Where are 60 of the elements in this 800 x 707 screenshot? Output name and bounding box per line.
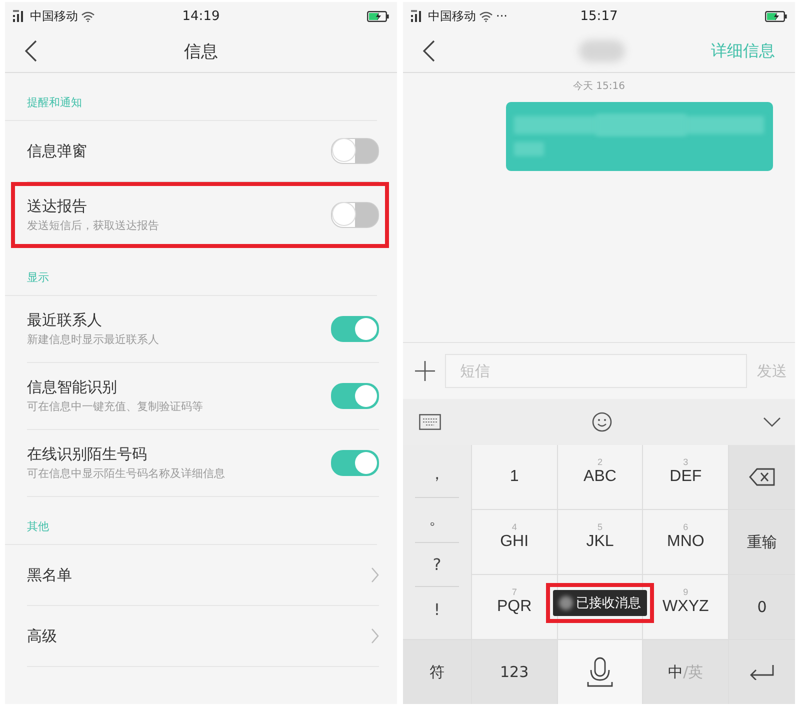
keyboard-key[interactable]: 符 bbox=[403, 640, 471, 704]
setting-label: 黑名单 bbox=[27, 566, 73, 584]
wifi-icon bbox=[81, 10, 95, 22]
symbol-key[interactable]: ! bbox=[415, 587, 459, 631]
collapse-icon[interactable] bbox=[763, 417, 781, 427]
keyboard-key[interactable]: 7 PQR bbox=[472, 575, 557, 639]
keyboard-key[interactable]: 0 bbox=[728, 575, 795, 639]
carrier-name: 中国移动 bbox=[428, 8, 476, 24]
chevron-right-icon bbox=[371, 567, 379, 583]
message-timestamp: 今天 15:16 bbox=[573, 80, 625, 94]
backspace-icon[interactable] bbox=[748, 468, 775, 486]
setting-label: 高级 bbox=[27, 626, 58, 646]
message-input[interactable]: 短信 bbox=[445, 354, 747, 388]
symbol-key[interactable]: 。 bbox=[415, 498, 459, 542]
setting-description: 发送短信后，获取送达报告 bbox=[27, 218, 160, 233]
back-icon[interactable] bbox=[25, 40, 37, 62]
toggle-switch[interactable] bbox=[331, 138, 379, 164]
keyboard-icon[interactable] bbox=[419, 414, 441, 430]
more-indicator: ··· bbox=[496, 9, 508, 23]
status-time: 15:17 bbox=[579, 8, 619, 24]
battery-icon bbox=[765, 10, 787, 22]
keyboard-key[interactable]: 1 bbox=[472, 445, 557, 509]
page-title: 信息 bbox=[184, 40, 218, 62]
plus-icon[interactable] bbox=[415, 361, 435, 381]
carrier-name: 中国移动 bbox=[30, 8, 78, 24]
setting-description: 新建信息时显示最近联系人 bbox=[27, 332, 160, 347]
toggle-switch[interactable] bbox=[331, 383, 379, 409]
setting-label: 送达报告 bbox=[27, 197, 88, 216]
toast: 已接收消息 bbox=[553, 590, 647, 616]
section-header: 其他 bbox=[5, 497, 377, 545]
keyboard-key[interactable]: 9 WXYZ bbox=[643, 575, 728, 639]
setting-description: 可在信息中显示陌生号码名称及详细信息 bbox=[27, 466, 226, 481]
toggle-switch[interactable] bbox=[331, 450, 379, 476]
keyboard-key[interactable]: 中/英 bbox=[643, 640, 728, 704]
keyboard-key[interactable]: 重输 bbox=[728, 510, 795, 574]
setting-description: 可在信息中一键充值、复制验证码等 bbox=[27, 399, 204, 414]
setting-label: 信息智能识别 bbox=[27, 378, 118, 397]
keyboard-key[interactable]: 5 JKL bbox=[558, 510, 642, 574]
keyboard-key[interactable]: 6 MNO bbox=[643, 510, 728, 574]
smiley-icon[interactable] bbox=[592, 412, 612, 432]
symbol-key[interactable]: ? bbox=[415, 542, 459, 588]
keyboard-key[interactable]: 2 ABC bbox=[558, 445, 642, 509]
chevron-right-icon bbox=[371, 628, 379, 644]
setting-label: 信息弹窗 bbox=[27, 142, 88, 160]
enter-icon[interactable] bbox=[748, 664, 775, 680]
status-time: 14:19 bbox=[181, 8, 221, 24]
back-icon[interactable] bbox=[423, 40, 435, 62]
section-header: 显示 bbox=[5, 248, 377, 296]
wifi-icon bbox=[479, 10, 493, 22]
toggle-switch[interactable] bbox=[331, 202, 379, 228]
microphone-icon[interactable] bbox=[586, 657, 613, 687]
symbol-key[interactable]: ， bbox=[415, 453, 459, 498]
setting-label: 最近联系人 bbox=[27, 311, 103, 330]
keyboard-key[interactable]: 123 bbox=[472, 640, 557, 704]
setting-label: 在线识别陌生号码 bbox=[27, 445, 148, 464]
keyboard-key[interactable]: 4 GHI bbox=[472, 510, 557, 574]
battery-icon bbox=[367, 10, 389, 22]
toggle-switch[interactable] bbox=[331, 316, 379, 342]
keyboard-key[interactable]: 3 DEF bbox=[643, 445, 728, 509]
section-header: 提醒和通知 bbox=[5, 73, 377, 121]
